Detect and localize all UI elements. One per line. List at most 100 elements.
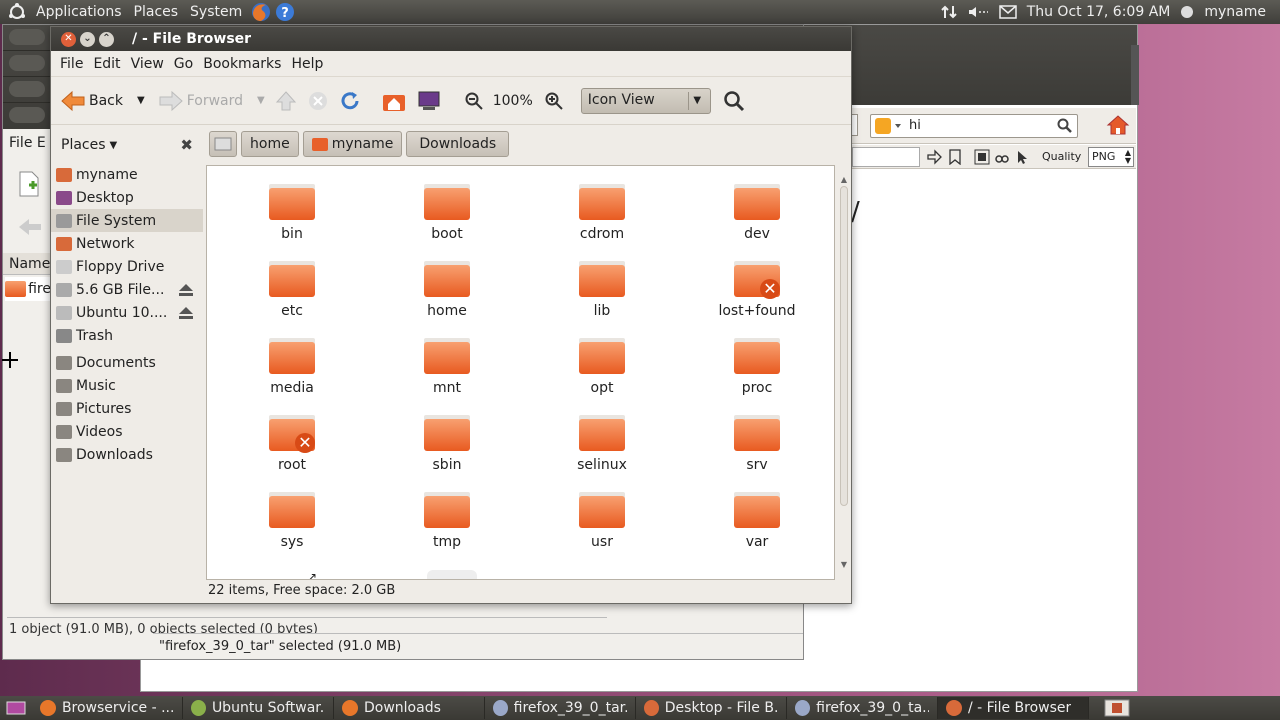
sidebar-item-myname[interactable]: myname [51,163,203,186]
path-myname-button[interactable]: myname [302,131,403,157]
window-buttons-icon[interactable] [9,107,45,123]
folder-item[interactable]: sbin [387,413,507,473]
taskbar-item[interactable]: Ubuntu Softwar... [183,697,334,719]
path-root-button[interactable] [209,131,237,157]
scroll-down-icon[interactable]: ▼ [839,560,849,569]
taskbar-item[interactable]: Downloads [334,697,485,719]
search-button[interactable] [723,90,745,112]
go-arrow-icon[interactable] [926,149,942,165]
trash-applet-icon[interactable] [1104,699,1130,717]
clock[interactable]: Thu Oct 17, 6:09 AM [1027,4,1171,20]
stop-button[interactable] [307,90,329,112]
column-header-name[interactable]: Name [3,253,51,275]
format-select[interactable]: PNG ▲ ▼ [1088,147,1134,167]
computer-button[interactable] [417,90,441,112]
taskbar-item[interactable]: firefox_39_0_tar... [485,697,636,719]
menu-file[interactable]: File [55,56,88,72]
view-mode-select[interactable]: Icon View ▼ [580,87,711,114]
path-home-button[interactable]: home [241,131,299,157]
folder-item[interactable]: cdrom [542,182,662,242]
taskbar-item[interactable]: Desktop - File B... [636,697,787,719]
help-launcher-icon[interactable]: ? [274,1,296,23]
file-row[interactable]: fire [5,277,51,301]
reload-button[interactable] [339,90,361,112]
places-dropdown[interactable]: Places [61,137,106,153]
eject-icon[interactable] [179,306,193,319]
menu-system[interactable]: System [184,0,248,24]
mail-icon[interactable] [998,5,1017,19]
window-buttons-icon[interactable] [9,81,45,97]
close-sidebar-icon[interactable]: ✖ [180,136,193,154]
folder-item[interactable]: bin [232,182,352,242]
sidebar-item-ubuntu-10[interactable]: Ubuntu 10.... [51,301,203,324]
menu-bookmarks[interactable]: Bookmarks [198,56,286,72]
menu-places[interactable]: Places [128,0,185,24]
downloads-menu-file[interactable]: File [9,135,32,151]
spin-arrows-icon[interactable]: ▲ ▼ [1125,149,1131,165]
folder-item[interactable]: media [232,336,352,396]
search-field[interactable]: hi [870,114,1078,138]
back-button[interactable]: Back ▼ [61,90,145,112]
menu-edit[interactable]: Edit [88,56,125,72]
folder-item[interactable]: proc [697,336,817,396]
back-dropdown-icon[interactable]: ▼ [137,95,145,106]
sidebar-item-trash[interactable]: Trash [51,324,203,347]
tool-icon-3[interactable] [1014,149,1030,165]
folder-item[interactable]: sys [232,490,352,550]
ubuntu-logo-icon[interactable] [0,3,30,21]
folder-item[interactable]: ✕ lost+found [697,259,817,319]
folder-item[interactable]: opt [542,336,662,396]
firefox-launcher-icon[interactable] [250,1,272,23]
tool-icon-2[interactable] [994,149,1010,165]
folder-item[interactable]: lib [542,259,662,319]
close-window-button[interactable]: ✕ [61,31,76,47]
secondary-address-field[interactable] [852,147,920,167]
window-buttons-icon[interactable] [9,29,45,45]
folder-item[interactable]: var [697,490,817,550]
folder-item[interactable]: tmp [387,490,507,550]
path-downloads-button[interactable]: Downloads [406,131,510,157]
home-folder-button[interactable] [381,90,407,112]
taskbar-item[interactable]: firefox_39_0_ta... [787,697,938,719]
search-value[interactable]: hi [909,118,921,133]
scrollbar[interactable]: ▲ ▼ [839,175,849,580]
file-browser-titlebar[interactable]: ✕ ⌄ ⌃ / - File Browser [51,27,851,51]
eject-icon[interactable] [179,283,193,296]
icon-view[interactable]: bin boot cdrom dev etc home lib ✕ lost+found medi… [206,165,835,580]
window-buttons-icon[interactable] [9,55,45,71]
menu-go[interactable]: Go [169,56,198,72]
chevron-down-icon[interactable]: ▼ [110,140,118,151]
bookmark-item-documents[interactable]: Documents [51,351,203,374]
maximize-window-button[interactable]: ⌃ [99,31,114,47]
folder-item[interactable]: srv [697,413,817,473]
folder-item[interactable]: boot [387,182,507,242]
folder-item[interactable]: usr [542,490,662,550]
taskbar-item[interactable]: Browservice - ... [32,697,183,719]
folder-item[interactable]: mnt [387,336,507,396]
magnifier-icon[interactable] [1057,118,1073,134]
bookmark-icon[interactable] [948,149,962,165]
volume-icon[interactable] [967,4,989,20]
menu-help[interactable]: Help [286,56,328,72]
bookmark-item-downloads[interactable]: Downloads [51,443,203,466]
scrollbar-thumb[interactable] [840,186,848,506]
zoom-in-button[interactable] [545,92,563,110]
folder-item[interactable]: dev [697,182,817,242]
minimize-window-button[interactable]: ⌄ [80,31,95,47]
folder-item[interactable]: ✕ root [232,413,352,473]
up-button[interactable] [275,90,297,112]
sidebar-item-5-6-gb-file[interactable]: 5.6 GB File... [51,278,203,301]
show-desktop-icon[interactable] [0,700,32,716]
bookmark-item-pictures[interactable]: Pictures [51,397,203,420]
scroll-up-icon[interactable]: ▲ [839,175,849,184]
back-arrow-icon[interactable] [17,217,43,237]
search-engine-icon[interactable] [875,118,903,134]
sidebar-item-desktop[interactable]: Desktop [51,186,203,209]
downloads-menu-edit[interactable]: E [37,135,46,151]
bookmark-item-music[interactable]: Music [51,374,203,397]
taskbar-item[interactable]: / - File Browser [938,697,1089,719]
network-icon[interactable] [940,4,957,20]
chevron-down-icon[interactable]: ▼ [687,91,706,110]
zoom-out-button[interactable] [465,92,483,110]
forward-dropdown-icon[interactable]: ▼ [257,95,265,106]
